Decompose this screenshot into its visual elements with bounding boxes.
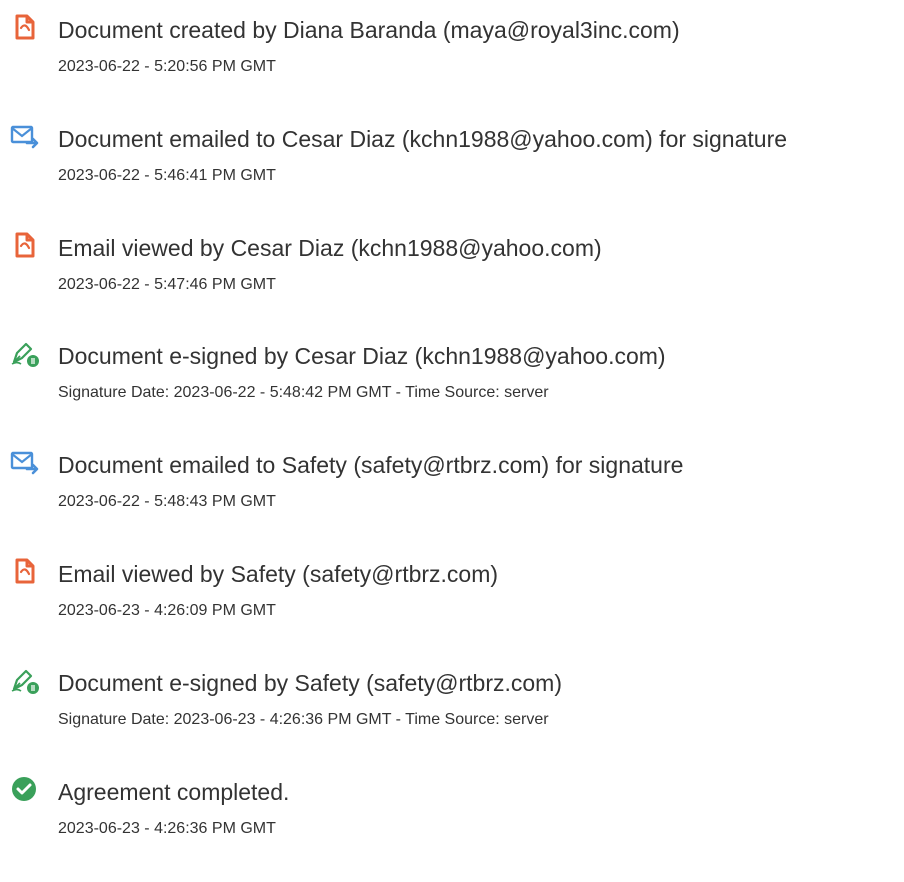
event-timestamp: Signature Date: 2023-06-22 - 5:48:42 PM … xyxy=(58,384,549,401)
audit-trail: Document created by Diana Baranda (maya@… xyxy=(0,0,904,882)
event-title: Document emailed to Safety (safety@rtbrz… xyxy=(58,452,684,478)
event-title: Agreement completed. xyxy=(58,779,290,805)
event-title: Document e-signed by Cesar Diaz (kchn198… xyxy=(58,343,666,369)
audit-event-agreement-completed: Agreement completed. 2023-06-23 - 4:26:3… xyxy=(0,762,904,842)
audit-event-document-created: Document created by Diana Baranda (maya@… xyxy=(0,0,904,80)
event-title: Document created by Diana Baranda (maya@… xyxy=(58,17,680,43)
event-title: Document emailed to Cesar Diaz (kchn1988… xyxy=(58,126,788,152)
audit-event-emailed: Document emailed to Safety (safety@rtbrz… xyxy=(0,435,904,515)
email-sent-icon xyxy=(10,447,40,477)
audit-event-email-viewed: Email viewed by Cesar Diaz (kchn1988@yah… xyxy=(0,218,904,298)
esign-pen-icon xyxy=(10,338,40,368)
document-icon xyxy=(10,12,40,42)
event-timestamp: 2023-06-22 - 5:20:56 PM GMT xyxy=(58,58,276,75)
audit-event-email-viewed: Email viewed by Safety (safety@rtbrz.com… xyxy=(0,544,904,624)
email-sent-icon xyxy=(10,121,40,151)
event-title: Email viewed by Cesar Diaz (kchn1988@yah… xyxy=(58,235,602,261)
event-timestamp: Signature Date: 2023-06-23 - 4:26:36 PM … xyxy=(58,711,549,728)
audit-event-esigned: Document e-signed by Safety (safety@rtbr… xyxy=(0,653,904,733)
audit-event-emailed: Document emailed to Cesar Diaz (kchn1988… xyxy=(0,109,904,189)
checkmark-circle-icon xyxy=(10,774,40,804)
event-title: Document e-signed by Safety (safety@rtbr… xyxy=(58,670,562,696)
event-timestamp: 2023-06-22 - 5:48:43 PM GMT xyxy=(58,493,276,510)
document-icon xyxy=(10,556,40,586)
audit-event-esigned: Document e-signed by Cesar Diaz (kchn198… xyxy=(0,326,904,406)
esign-pen-icon xyxy=(10,665,40,695)
event-timestamp: 2023-06-23 - 4:26:36 PM GMT xyxy=(58,820,276,837)
document-icon xyxy=(10,230,40,260)
event-timestamp: 2023-06-22 - 5:46:41 PM GMT xyxy=(58,167,276,184)
event-timestamp: 2023-06-23 - 4:26:09 PM GMT xyxy=(58,602,276,619)
event-title: Email viewed by Safety (safety@rtbrz.com… xyxy=(58,561,499,587)
event-timestamp: 2023-06-22 - 5:47:46 PM GMT xyxy=(58,276,276,293)
